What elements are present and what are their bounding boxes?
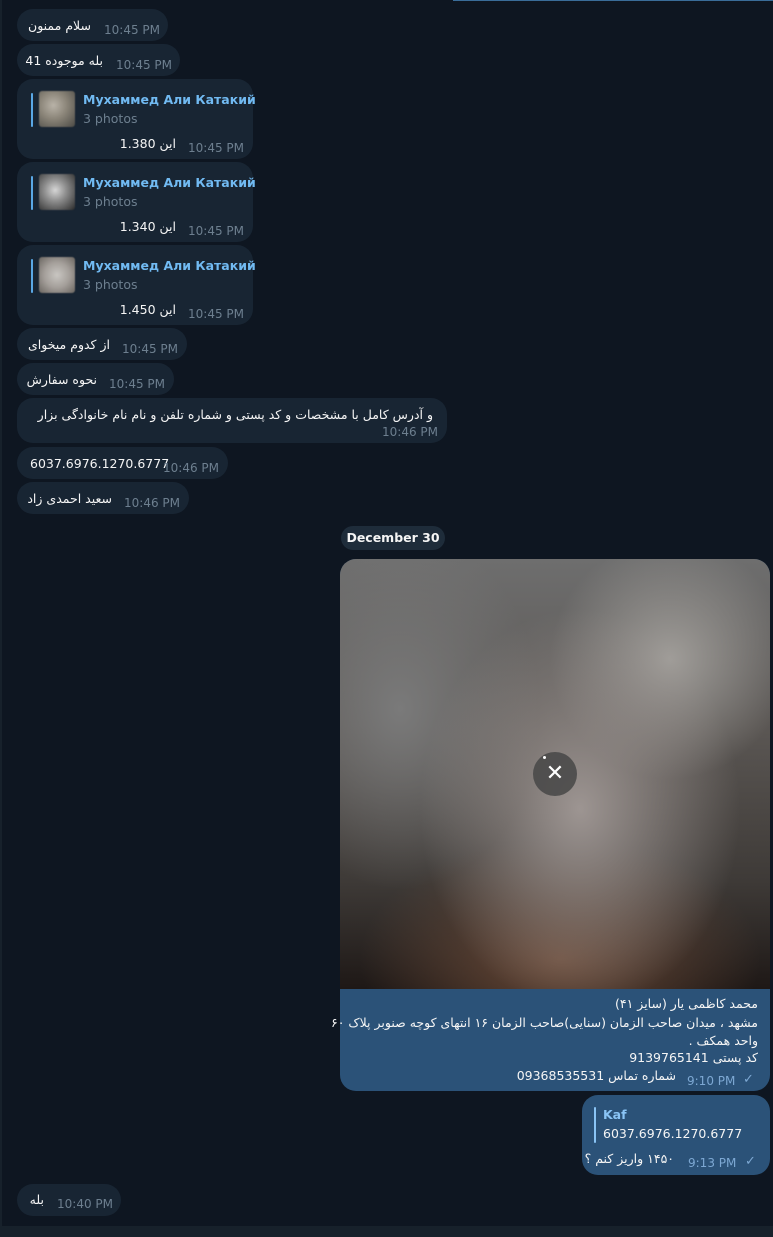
message-bubble[interactable]: سلام ممنون 10:45 PM [17, 9, 168, 41]
message-time: 9:10 PM [687, 1074, 736, 1088]
forward-sender-name[interactable]: Мухаммед Али Катакий [83, 258, 256, 273]
caption-line: شماره تماس 09368535531 [516, 1068, 676, 1083]
forwarded-message[interactable]: Мухаммед Али Катакий 3 photos این 1.450 … [17, 245, 256, 325]
message-text: سلام ممنون [28, 18, 91, 33]
message-bubble[interactable]: بله 10:40 PM [17, 1184, 121, 1216]
message-text: و آدرس کامل با مشخصات و کد پستی و شماره … [37, 407, 433, 422]
message-time: 10:45 PM [109, 377, 165, 391]
caption-line: مشهد ، میدان صاحب الزمان (سنایی)صاحب الز… [331, 1015, 758, 1030]
message-time: 10:45 PM [188, 307, 244, 321]
chat-left-border [0, 0, 2, 1237]
close-icon[interactable]: ✕ [533, 752, 577, 796]
sent-check-icon: ✓ [743, 1072, 754, 1087]
caption-line: کد پستی 9139765141 [629, 1050, 758, 1065]
message-time: 10:45 PM [188, 141, 244, 155]
upload-progress-dot [543, 756, 546, 759]
photo-preview[interactable]: ✕ [340, 559, 770, 989]
message-time: 10:40 PM [57, 1197, 113, 1211]
message-time: 10:46 PM [163, 461, 219, 475]
photo-thumbnail[interactable] [39, 174, 75, 210]
message-bubble[interactable]: و آدرس کامل با مشخصات و کد پستی و شماره … [17, 398, 447, 443]
caption-line: محمد کاظمی یار (سایز ۴۱) [615, 996, 758, 1011]
message-text: این 1.340 [119, 219, 176, 234]
reply-message[interactable]: Kaf 6037.6976.1270.6777 ۱۴۵۰ واریز کنم ؟… [582, 1095, 770, 1175]
message-bubble[interactable]: نحوه سفارش 10:45 PM [17, 363, 174, 395]
message-bubble[interactable]: بله موجوده 41 10:45 PM [17, 44, 180, 76]
reply-quoted-text[interactable]: 6037.6976.1270.6777 [603, 1126, 742, 1141]
message-text: از کدوم میخوای [28, 337, 110, 352]
photo-thumbnail[interactable] [39, 91, 75, 127]
forwarded-message[interactable]: Мухаммед Али Катакий 3 photos این 1.340 … [17, 162, 256, 242]
forward-subtitle: 3 photos [83, 111, 138, 126]
forward-sender-name[interactable]: Мухаммед Али Катакий [83, 92, 256, 107]
reply-sender-name[interactable]: Kaf [603, 1107, 627, 1122]
message-time: 10:45 PM [104, 23, 160, 37]
message-time: 10:46 PM [382, 425, 438, 439]
chat-top-border [453, 0, 773, 1]
message-text: بله [29, 1192, 44, 1207]
forward-sender-name[interactable]: Мухаммед Али Катакий [83, 175, 256, 190]
forward-subtitle: 3 photos [83, 194, 138, 209]
forwarded-message[interactable]: Мухаммед Али Катакий 3 photos این 1.380 … [17, 79, 256, 159]
message-text: بله موجوده 41 [25, 53, 103, 68]
photo-message[interactable]: ✕ محمد کاظمی یار (سایز ۴۱) مشهد ، میدان … [331, 559, 770, 1091]
message-time: 10:45 PM [122, 342, 178, 356]
forward-bar [31, 93, 33, 127]
message-bubble[interactable]: از کدوم میخوای 10:45 PM [17, 328, 187, 360]
message-time: 10:45 PM [188, 224, 244, 238]
date-divider: December 30 [341, 526, 445, 550]
message-text: ۱۴۵۰ واریز کنم ؟ [584, 1151, 674, 1166]
message-text: این 1.380 [119, 136, 176, 151]
reply-bar [594, 1107, 596, 1143]
sent-check-icon: ✓ [745, 1154, 756, 1169]
forward-bar [31, 259, 33, 293]
message-time: 10:45 PM [116, 58, 172, 72]
message-time: 9:13 PM [688, 1156, 737, 1170]
forward-bar [31, 176, 33, 210]
message-text: سعید احمدی زاد [27, 491, 112, 506]
message-text: نحوه سفارش [26, 372, 97, 387]
message-bubble[interactable]: سعید احمدی زاد 10:46 PM [17, 482, 189, 514]
message-time: 10:46 PM [124, 496, 180, 510]
message-text: این 1.450 [119, 302, 176, 317]
composer-edge [0, 1226, 773, 1237]
photo-thumbnail[interactable] [39, 257, 75, 293]
caption-line: واحد همکف . [688, 1033, 758, 1048]
message-bubble[interactable]: 6037.6976.1270.6777 10:46 PM [17, 447, 228, 479]
forward-subtitle: 3 photos [83, 277, 138, 292]
message-text: 6037.6976.1270.6777 [30, 456, 170, 471]
